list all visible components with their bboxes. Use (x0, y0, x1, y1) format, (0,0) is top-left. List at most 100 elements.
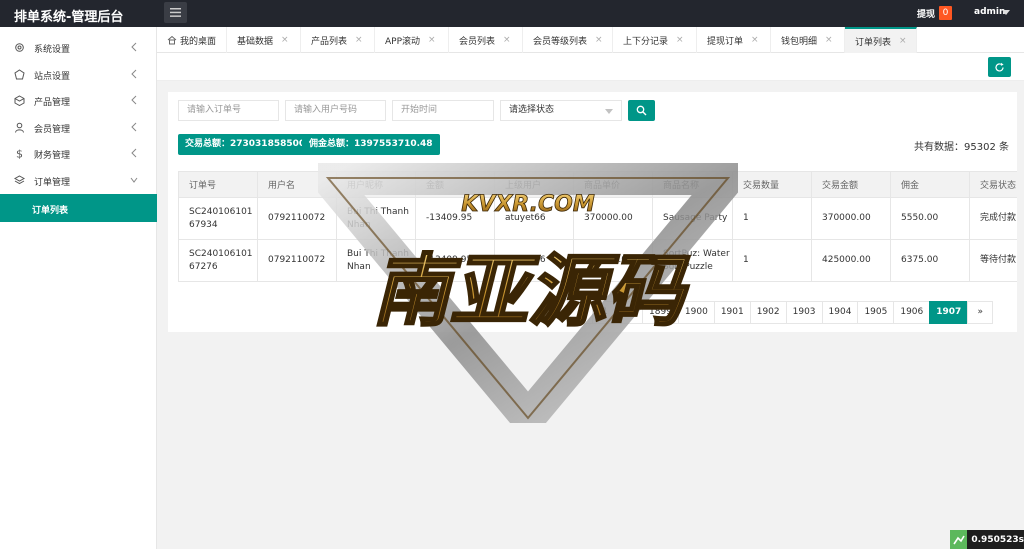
start-time-input[interactable]: 开始时间 (392, 100, 494, 121)
sidebar-item-label: 会员管理 (34, 125, 71, 135)
sidebar-item-order-management[interactable]: 订单管理 (0, 167, 157, 193)
caret-down-icon[interactable] (1002, 10, 1010, 15)
tab-app-scroll[interactable]: APP滚动 × (375, 27, 449, 53)
page-button[interactable]: 1902 (749, 301, 787, 324)
user-phone-input[interactable]: 请输入用户号码 (285, 100, 386, 121)
column-header: 上级用户 (494, 171, 574, 198)
chevron-left-icon (130, 122, 138, 132)
chevron-left-icon (130, 42, 138, 52)
close-icon[interactable]: × (355, 35, 363, 45)
tab-wallet-details[interactable]: 钱包明细 × (771, 27, 845, 53)
column-header: 交易状态 (969, 171, 1017, 198)
sidebar-item-site-settings[interactable]: 站点设置 (0, 61, 157, 87)
cell-quantity: 1 (732, 239, 812, 282)
sidebar-item-member-management[interactable]: 会员管理 (0, 114, 157, 140)
page-toolbar (157, 53, 1024, 81)
page-button-current[interactable]: 1907 (929, 301, 969, 324)
user-menu[interactable]: admin (974, 7, 1005, 17)
tab-member-list[interactable]: 会员列表 × (449, 27, 523, 53)
tab-label: 基础数据 (237, 36, 274, 47)
sidebar-item-label: 系统设置 (34, 45, 71, 55)
chevron-left-icon (130, 69, 138, 79)
sidebar-item-label: 产品管理 (34, 98, 71, 108)
cell-nickname: Bui Thi Thanh Nhan (336, 239, 416, 282)
tab-label: 我的桌面 (180, 36, 217, 47)
cell-product-name: Sausage Party (652, 197, 733, 240)
commission-total-badge: 佣金总额：1397553710.48 (302, 134, 440, 155)
refresh-icon (995, 62, 1004, 72)
column-header: 交易数量 (732, 171, 812, 198)
tab-label: 上下分记录 (623, 36, 669, 47)
table-row[interactable]: SC24010610167934 0792110072 Bui Thi Than… (178, 197, 1017, 240)
chevron-down-icon (130, 175, 138, 185)
page-next-button[interactable]: » (967, 301, 994, 324)
tab-label: 会员列表 (459, 36, 496, 47)
menu-icon (170, 8, 181, 17)
close-icon[interactable]: × (281, 35, 289, 45)
user-icon (14, 122, 25, 133)
search-button[interactable] (628, 100, 655, 121)
withdraw-count-badge: 0 (939, 6, 952, 20)
cell-commission: 6375.00 (890, 239, 970, 282)
tab-label: APP滚动 (385, 36, 421, 47)
cell-amount: -13409.95 (415, 197, 495, 240)
page-button[interactable]: 1903 (785, 301, 823, 324)
tab-bar: 我的桌面 基础数据 × 产品列表 × APP滚动 × 会员列表 × 会员等级列表 × 上下… (157, 27, 1024, 53)
tab-order-list[interactable]: 订单列表 × (845, 27, 917, 53)
table-row[interactable]: SC24010610167276 0792110072 Bui Thi Than… (178, 239, 1017, 282)
tab-label: 提现订单 (707, 36, 744, 47)
box-icon (14, 95, 25, 106)
cell-product-name: SortPuz: Water Sort Puzzle (652, 239, 733, 282)
render-timer: 0.950523s (950, 530, 1024, 549)
close-icon[interactable]: × (428, 35, 436, 45)
svg-text:$: $ (16, 148, 23, 159)
close-icon[interactable]: × (503, 35, 511, 45)
close-icon[interactable]: × (825, 35, 833, 45)
page-prev-button[interactable]: « (567, 301, 593, 324)
home-icon (167, 35, 177, 45)
page-button[interactable]: 1904 (821, 301, 859, 324)
column-header: 商品单价 (573, 171, 653, 198)
sidebar-item-label: 订单管理 (34, 178, 71, 188)
page-button[interactable]: 1 (592, 301, 618, 324)
page-button[interactable]: 1901 (713, 301, 751, 324)
status-select[interactable]: 请选择状态 (500, 100, 622, 121)
menu-toggle-button[interactable] (164, 2, 187, 23)
page-ellipsis: … (617, 301, 643, 324)
timer-value: 0.950523s (971, 534, 1024, 545)
tab-points-record[interactable]: 上下分记录 × (613, 27, 697, 53)
pagination: « 1 … 1899 1900 1901 1902 1903 1904 1905… (567, 301, 994, 324)
sidebar-item-product-management[interactable]: 产品管理 (0, 87, 157, 113)
cell-parent-user: atuyet66 (494, 239, 574, 282)
close-icon[interactable]: × (676, 35, 684, 45)
search-icon (636, 105, 647, 116)
withdraw-link[interactable]: 提现 (917, 7, 935, 20)
tab-withdraw-orders[interactable]: 提现订单 × (697, 27, 771, 53)
sidebar-subitem-label: 订单列表 (32, 206, 69, 216)
close-icon[interactable]: × (899, 36, 907, 46)
sidebar-item-finance-management[interactable]: $ 财务管理 (0, 140, 157, 166)
cell-parent-user: atuyet66 (494, 197, 574, 240)
tab-product-list[interactable]: 产品列表 × (301, 27, 375, 53)
page-button[interactable]: 1906 (893, 301, 931, 324)
sidebar-subitem-order-list[interactable]: 订单列表 (0, 194, 157, 222)
sidebar-item-label: 财务管理 (34, 151, 71, 161)
tab-basic-data[interactable]: 基础数据 × (227, 27, 301, 53)
cell-amount: -13409.95 (415, 239, 495, 282)
tab-member-level-list[interactable]: 会员等级列表 × (523, 27, 613, 53)
tab-my-desktop[interactable]: 我的桌面 (157, 27, 227, 53)
cell-status: 完成付款 (969, 197, 1017, 240)
page-button[interactable]: 1900 (677, 301, 715, 324)
order-table: 订单号 用户名 用户昵称 金额 上级用户 商品单价 商品名称 交易数量 交易金额… (178, 171, 1017, 282)
column-header: 交易金额 (811, 171, 891, 198)
close-icon[interactable]: × (595, 35, 603, 45)
page-button[interactable]: 1905 (857, 301, 895, 324)
refresh-button[interactable] (988, 57, 1011, 77)
tab-label: 钱包明细 (781, 36, 818, 47)
order-number-input[interactable]: 请输入订单号 (178, 100, 279, 121)
page-button[interactable]: 1899 (642, 301, 679, 324)
sidebar-item-system-settings[interactable]: 系统设置 (0, 34, 157, 60)
layers-icon (14, 175, 25, 186)
close-icon[interactable]: × (751, 35, 759, 45)
column-header: 金额 (415, 171, 495, 198)
